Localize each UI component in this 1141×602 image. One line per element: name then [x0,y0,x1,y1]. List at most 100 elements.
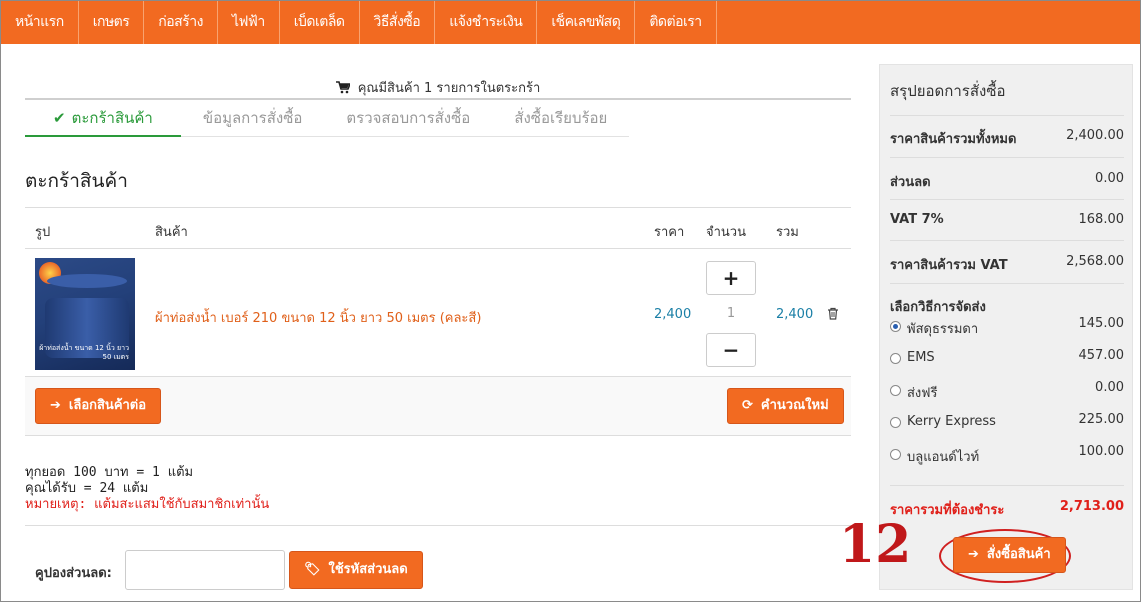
recalculate-button[interactable]: ⟳ คำนวณใหม่ [727,388,844,424]
shipping-price: 225.00 [1078,412,1125,427]
col-total: รวม [776,225,799,240]
continue-shopping-label: เลือกสินค้าต่อ [68,398,147,413]
cart-message: คุณมีสินค้า 1 รายการในตระกร้า [25,77,851,98]
check-icon: ✔ [53,109,66,127]
summary-vat: VAT 7% 168.00 [890,212,1124,232]
shipping-radio[interactable] [890,353,901,364]
shipping-name: บลูแอนด์ไวท์ [907,450,980,465]
shipping-heading: เลือกวิธีการจัดส่ง [890,296,1124,316]
coupon-label: คูปองส่วนลด: [35,566,112,581]
nav-item-contact[interactable]: ติดต่อเรา [635,1,717,44]
col-image: รูป [35,225,51,240]
points-rate: ทุกยอด 100 บาท = 1 แต้ม [25,465,194,480]
continue-shopping-button[interactable]: ➔ เลือกสินค้าต่อ [35,388,162,424]
summary-grand-total: ราคารวมที่ต้องชำระ 2,713.00 [890,499,1124,519]
shipping-name: พัสดุธรรมดา [907,322,979,337]
apply-coupon-button[interactable]: 🏷 ใช้รหัสส่วนลด [289,551,423,589]
nav-item-misc[interactable]: เบ็ดเตล็ด [280,1,360,44]
table-row: ผ้าท่อส่งน้ำ ขนาด 12 นิ้ว ยาว 50 เมตร ผ้… [25,249,851,377]
divider [890,157,1124,158]
quantity-stepper: + 1 − [706,261,756,367]
summary-discount: ส่วนลด 0.00 [890,171,1124,191]
shipping-price: 145.00 [1078,316,1125,331]
shipping-label: เลือกวิธีการจัดส่ง [890,300,986,315]
nav-item-home[interactable]: หน้าแรก [1,1,79,44]
coupon-input[interactable] [125,550,285,590]
qty-increase-button[interactable]: + [706,261,756,295]
refresh-icon: ⟳ [742,398,753,413]
shipping-price: 100.00 [1078,444,1125,459]
subtotal-value: 2,400.00 [1066,128,1124,143]
table-header: รูป สินค้า ราคา จำนวน รวม [25,207,851,249]
cart-message-text: คุณมีสินค้า 1 รายการในตระกร้า [357,81,541,96]
shipping-option[interactable]: Kerry Express 225.00 [890,412,1125,434]
divider [890,485,1124,486]
col-qty: จำนวน [706,225,746,240]
nav-item-how-to-order[interactable]: วิธีสั่งซื้อ [360,1,436,44]
nav-item-construction[interactable]: ก่อสร้าง [144,1,218,44]
col-product: สินค้า [155,225,188,240]
shipping-option[interactable]: บลูแอนด์ไวท์ 100.00 [890,444,1125,466]
shipping-price: 0.00 [1095,380,1124,395]
summary-title: สรุปยอดการสั่งซื้อ [890,82,1006,100]
qty-decrease-button[interactable]: − [706,333,756,367]
divider [890,283,1124,284]
step-cart[interactable]: ✔ ตะกร้าสินค้า [25,100,181,137]
nav-item-tracking[interactable]: เช็คเลขพัสดุ [537,1,636,44]
points-info: ทุกยอด 100 บาท = 1 แต้ม คุณได้รับ = 24 แ… [25,465,269,513]
shipping-name: Kerry Express [907,414,996,429]
shipping-name: ส่งฟรี [907,386,938,401]
apply-coupon-label: ใช้รหัสส่วนลด [328,562,408,577]
grand-total-value: 2,713.00 [1059,499,1124,514]
divider [890,240,1124,241]
arrow-right-icon: ➔ [968,547,979,562]
shipping-price: 457.00 [1078,348,1125,363]
product-name-link[interactable]: ผ้าท่อส่งน้ำ เบอร์ 210 ขนาด 12 นิ้ว ยาว … [155,307,481,328]
col-price: ราคา [654,225,685,240]
divider [890,115,1124,116]
shipping-radio[interactable] [890,449,901,460]
summary-subtotal: ราคาสินค้ารวมทั้งหมด 2,400.00 [890,128,1124,148]
divider [25,525,851,526]
step-complete[interactable]: สั่งซื้อเรียบร้อย [492,100,630,137]
checkout-steps: ✔ ตะกร้าสินค้า ข้อมูลการสั่งซื้อ ตรวจสอบก… [25,100,630,137]
discount-label: ส่วนลด [890,175,931,190]
page: หน้าแรก เกษตร ก่อสร้าง ไฟฟ้า เบ็ดเตล็ด ว… [0,0,1141,602]
subtotal-label: ราคาสินค้ารวมทั้งหมด [890,132,1017,147]
product-image[interactable]: ผ้าท่อส่งน้ำ ขนาด 12 นิ้ว ยาว 50 เมตร [35,258,135,370]
order-summary: สรุปยอดการสั่งซื้อ ราคาสินค้ารวมทั้งหมด … [879,64,1133,590]
checkout-button[interactable]: ➔ สั่งซื้อสินค้า [953,537,1066,573]
step-review[interactable]: ตรวจสอบการสั่งซื้อ [324,100,493,137]
trash-icon[interactable] [827,307,839,324]
cart-icon [335,81,351,98]
shipping-radio[interactable] [890,321,901,332]
product-price: 2,400 [654,307,692,322]
step-cart-label: ตะกร้าสินค้า [71,109,153,127]
nav-item-payment-notice[interactable]: แจ้งชำระเงิน [435,1,538,44]
with-vat-label: ราคาสินค้ารวม VAT [890,258,1008,273]
cart-table: รูป สินค้า ราคา จำนวน รวม ผ้าท่อส่งน้ำ ข… [25,207,851,436]
nav-item-electric[interactable]: ไฟฟ้า [218,1,280,44]
cart-actions: ➔ เลือกสินค้าต่อ ⟳ คำนวณใหม่ [25,377,851,436]
shipping-radio[interactable] [890,385,901,396]
shipping-radio[interactable] [890,417,901,428]
product-image-label: ผ้าท่อส่งน้ำ ขนาด 12 นิ้ว ยาว 50 เมตร [39,344,129,361]
points-earned: คุณได้รับ = 24 แต้ม [25,481,149,496]
shipping-option[interactable]: พัสดุธรรมดา 145.00 [890,316,1125,338]
shipping-option[interactable]: EMS 457.00 [890,348,1125,370]
checkout-label: สั่งซื้อสินค้า [986,547,1051,562]
discount-value: 0.00 [1095,171,1124,186]
vat-label: VAT 7% [890,212,944,227]
recalculate-label: คำนวณใหม่ [760,398,829,413]
nav-item-agriculture[interactable]: เกษตร [79,1,145,44]
summary-with-vat: ราคาสินค้ารวม VAT 2,568.00 [890,254,1124,274]
vat-value: 168.00 [1078,212,1125,227]
tag-icon: 🏷 [304,562,321,577]
step-order-info[interactable]: ข้อมูลการสั่งซื้อ [180,100,325,137]
arrow-right-icon: ➔ [50,398,61,413]
qty-input[interactable]: 1 [706,295,756,333]
shipping-option[interactable]: ส่งฟรี 0.00 [890,380,1124,402]
divider [890,199,1124,200]
top-nav: หน้าแรก เกษตร ก่อสร้าง ไฟฟ้า เบ็ดเตล็ด ว… [1,1,1140,44]
page-title: ตะกร้าสินค้า [25,170,128,192]
